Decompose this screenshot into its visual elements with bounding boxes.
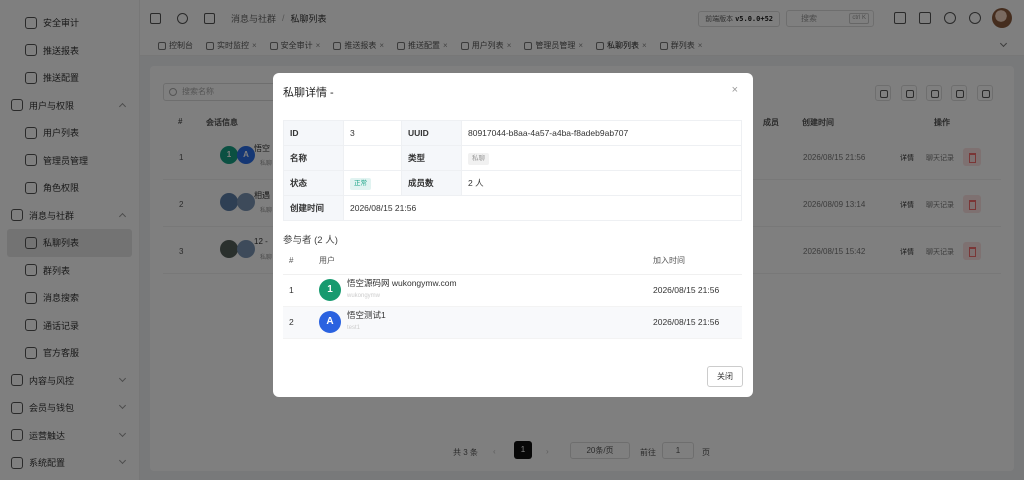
type-cell: 私聊	[461, 145, 742, 171]
detail-table: ID 3 UUID 80917044-b8aa-4a57-a4ba-f8adeb…	[283, 120, 742, 221]
avatar: 1	[319, 279, 341, 301]
status-cell: 正常	[343, 170, 402, 196]
participant-user: 1 悟空源码网 wukongymw.com wukongymw	[313, 274, 647, 307]
close-icon[interactable]: ×	[732, 84, 738, 96]
user-sub: wukongymw	[347, 293, 381, 299]
type-label: 类型	[401, 145, 462, 171]
id-label: ID	[283, 120, 344, 146]
participant-row: 2 A 悟空测试1 test1 2026/08/15 21:56	[283, 306, 742, 339]
chat-detail-dialog: 私聊详情 - × ID 3 UUID 80917044-b8aa-4a57-a4…	[273, 73, 753, 397]
participant-index: 2	[283, 306, 313, 339]
status-badge: 正常	[350, 177, 371, 190]
participants-table: # 用户 加入时间 1 1 悟空源码网 wukongymw.com wukongymw…	[283, 247, 742, 339]
dialog-title: 私聊详情 -	[283, 87, 334, 99]
name-value	[343, 145, 402, 171]
user-name: 悟空源码网 wukongymw.com	[347, 278, 457, 288]
uuid-value: 80917044-b8aa-4a57-a4ba-f8adeb9ab707	[461, 120, 742, 146]
id-value: 3	[343, 120, 402, 146]
members-value: 2 人	[461, 170, 742, 196]
created-label: 创建时间	[283, 195, 344, 221]
user-sub: test1	[347, 325, 361, 331]
participant-user: A 悟空测试1 test1	[313, 306, 647, 339]
name-label: 名称	[283, 145, 344, 171]
col-user: 用户	[313, 247, 647, 275]
col-index: #	[283, 247, 313, 275]
status-label: 状态	[283, 170, 344, 196]
user-name: 悟空测试1	[347, 310, 386, 320]
participant-index: 1	[283, 274, 313, 307]
user-info: 悟空源码网 wukongymw.com wukongymw	[347, 278, 457, 302]
avatar: A	[319, 311, 341, 333]
uuid-label: UUID	[401, 120, 462, 146]
joined-time: 2026/08/15 21:56	[647, 306, 742, 339]
user-info: 悟空测试1 test1	[347, 310, 386, 334]
created-value: 2026/08/15 21:56	[343, 195, 742, 221]
close-button[interactable]: 关闭	[707, 366, 743, 387]
participant-row: 1 1 悟空源码网 wukongymw.com wukongymw 2026/08/15…	[283, 274, 742, 307]
type-badge: 私聊	[468, 152, 489, 165]
participants-title: 参与者 (2 人)	[283, 235, 338, 246]
joined-time: 2026/08/15 21:56	[647, 274, 742, 307]
col-joined: 加入时间	[647, 247, 742, 275]
members-label: 成员数	[401, 170, 462, 196]
